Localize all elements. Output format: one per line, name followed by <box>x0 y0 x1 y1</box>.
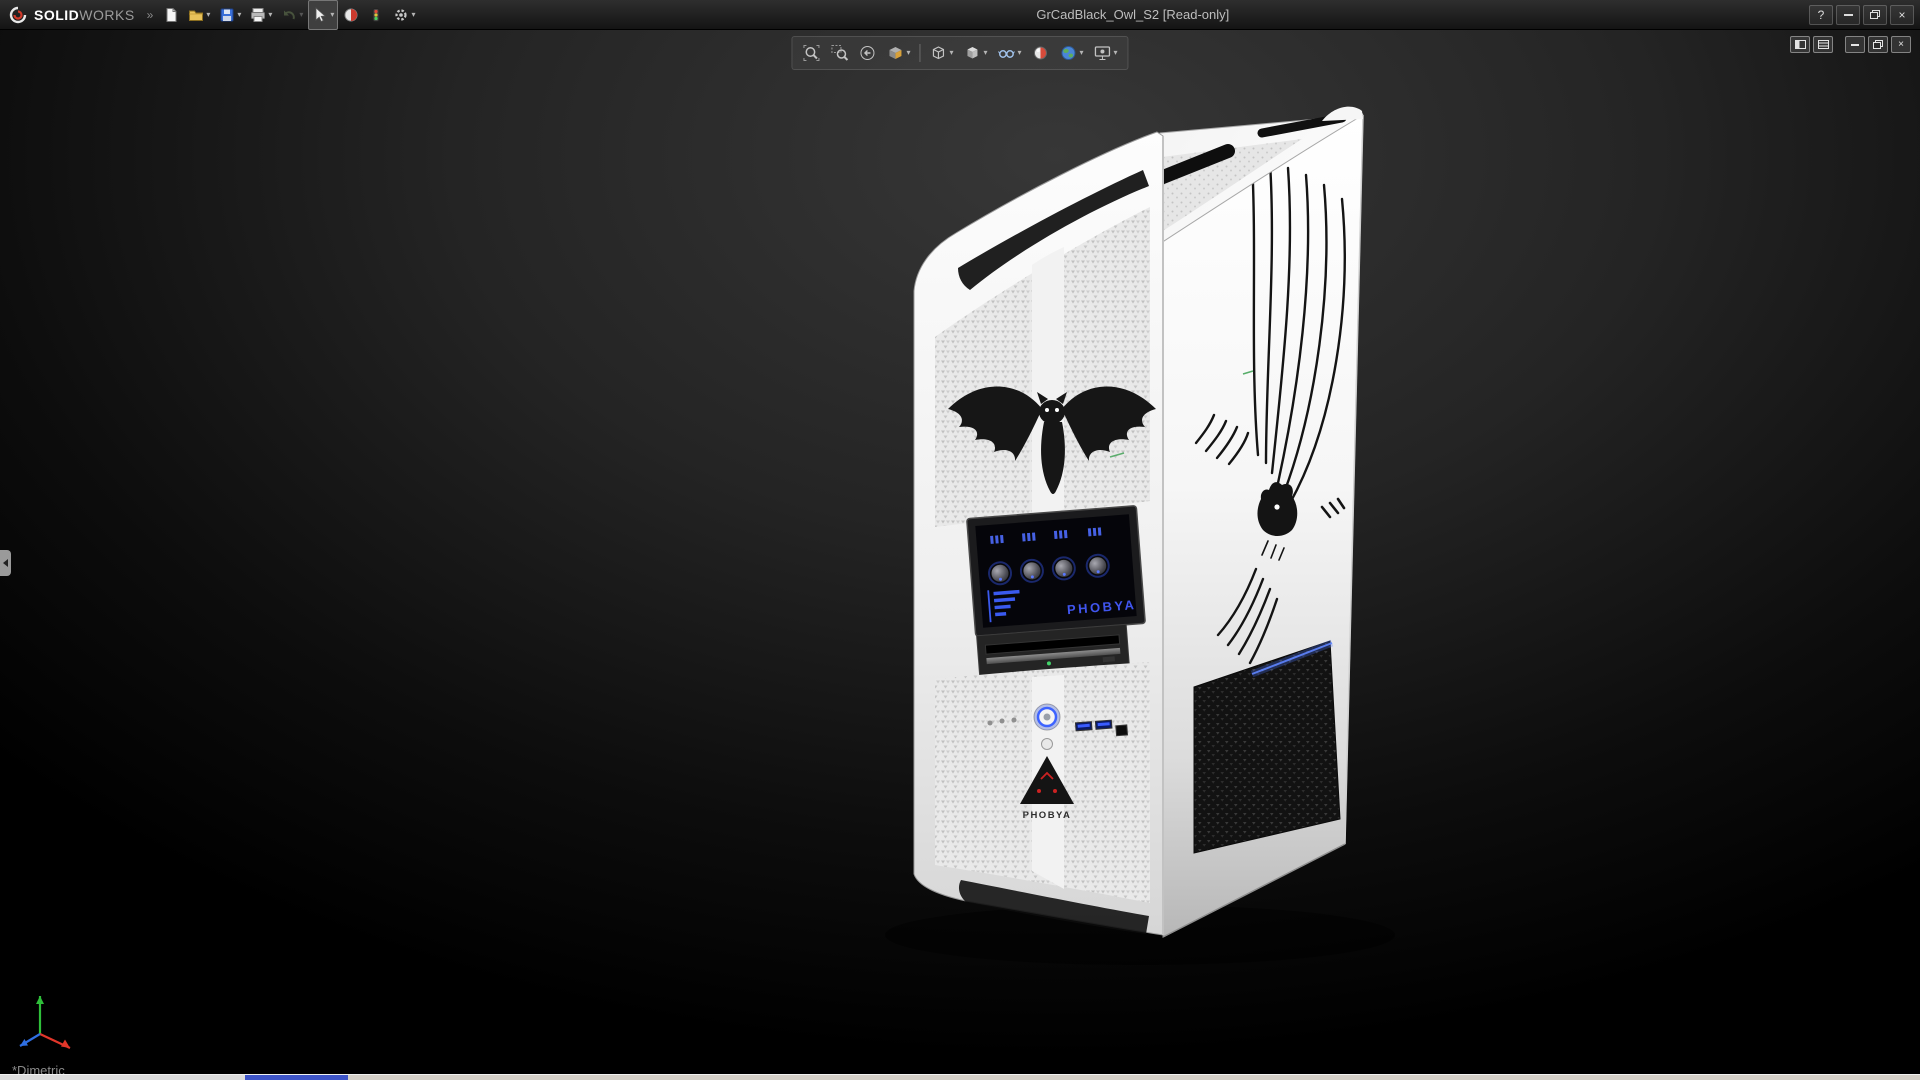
print-button[interactable]: ▾ <box>246 0 276 30</box>
phobya-logo-text: PHOBYA <box>1023 810 1072 821</box>
restore-icon <box>1873 40 1883 49</box>
document-window-controls: × <box>1790 36 1911 53</box>
headsup-view-toolbar: ▾ ▾ ▾ ▾ <box>791 36 1128 70</box>
select-button[interactable]: ▾ <box>308 0 338 30</box>
display-pane-icon <box>1818 40 1829 49</box>
taskbar-segment <box>348 1075 1920 1080</box>
minimize-icon <box>1851 44 1859 46</box>
case-side-panel[interactable] <box>1163 115 1363 937</box>
view-settings-icon <box>1094 44 1112 62</box>
previous-view-button[interactable] <box>854 39 880 67</box>
titlebar: SOLIDWORKS » ▾ ▾ <box>0 0 1920 30</box>
featuremanager-flyout-tab[interactable] <box>0 550 11 576</box>
zoom-area-icon <box>830 44 848 62</box>
close-button[interactable]: × <box>1890 5 1914 25</box>
eyeglasses-icon <box>998 44 1016 62</box>
help-button[interactable]: ? <box>1809 5 1833 25</box>
model-3d[interactable]: PHOBYA <box>0 29 1920 1080</box>
reset-button <box>1042 739 1053 750</box>
select-cursor-icon <box>312 7 328 23</box>
scene-globe-icon <box>1060 44 1078 62</box>
lcd-panel: PHOBYA <box>967 506 1146 637</box>
doc-close-button[interactable]: × <box>1891 36 1911 53</box>
previous-view-icon <box>858 44 876 62</box>
save-icon <box>219 7 235 23</box>
display-style-icon <box>963 44 981 62</box>
standard-toolbar: ▾ ▾ ▾ ▾ <box>159 0 419 30</box>
solidworks-logo: SOLIDWORKS <box>0 0 143 29</box>
zoom-to-area-button[interactable] <box>826 39 852 67</box>
new-document-icon <box>163 7 179 23</box>
toolbar-separator <box>919 44 920 62</box>
options-gear-icon <box>393 7 409 23</box>
taskbar-sliver[interactable] <box>0 1074 1920 1080</box>
doc-restore-button[interactable] <box>1868 36 1888 53</box>
reference-triad <box>8 976 88 1056</box>
view-orientation-button[interactable]: ▾ <box>925 39 957 67</box>
rear-handle <box>1322 107 1363 121</box>
zoom-to-fit-button[interactable] <box>798 39 824 67</box>
save-button[interactable]: ▾ <box>215 0 245 30</box>
undo-icon <box>281 7 297 23</box>
restore-icon <box>1870 10 1880 19</box>
section-view-button[interactable]: ▾ <box>882 39 914 67</box>
rebuild-button[interactable] <box>364 0 388 30</box>
window-controls: ? × <box>1809 5 1920 25</box>
options-button[interactable]: ▾ <box>389 0 419 30</box>
feature-pane-toggle[interactable] <box>1790 36 1810 53</box>
minimize-button[interactable] <box>1836 5 1860 25</box>
open-folder-icon <box>188 7 204 23</box>
display-style-button[interactable]: ▾ <box>959 39 991 67</box>
brand-name: SOLIDWORKS <box>34 7 135 23</box>
hide-show-items-button[interactable]: ▾ <box>994 39 1026 67</box>
chevron-left-icon <box>3 559 8 567</box>
appearance-ball-icon <box>1032 44 1050 62</box>
feature-pane-icon <box>1795 40 1806 49</box>
solidworks-swirl-icon <box>8 5 28 25</box>
side-owl-eye <box>1274 504 1279 509</box>
case-front-panel[interactable]: PHOBYA <box>914 132 1163 935</box>
edit-appearance-button[interactable] <box>339 0 363 30</box>
new-document-button[interactable] <box>159 0 183 30</box>
power-button <box>1034 704 1060 730</box>
open-button[interactable]: ▾ <box>184 0 214 30</box>
window-title: GrCadBlack_Owl_S2 [Read-only] <box>1036 7 1229 22</box>
view-settings-button[interactable]: ▾ <box>1090 39 1122 67</box>
minimize-icon <box>1844 14 1853 16</box>
rebuild-traffic-light-icon <box>368 7 384 23</box>
toolbar-overflow-chevron[interactable]: » <box>147 8 154 22</box>
taskbar-active-segment[interactable] <box>245 1075 348 1080</box>
apply-scene-button[interactable]: ▾ <box>1056 39 1088 67</box>
taskbar-segment <box>0 1075 245 1080</box>
hud-edit-appearance-button[interactable] <box>1028 39 1054 67</box>
appearance-ball-icon <box>343 7 359 23</box>
zoom-fit-icon <box>802 44 820 62</box>
restore-button[interactable] <box>1863 5 1887 25</box>
graphics-area[interactable]: PHOBYA <box>0 29 1920 1080</box>
print-icon <box>250 7 266 23</box>
view-cube-icon <box>929 44 947 62</box>
section-view-icon <box>886 44 904 62</box>
undo-button[interactable]: ▾ <box>277 0 307 30</box>
display-pane-toggle[interactable] <box>1813 36 1833 53</box>
eject-button <box>1103 656 1115 662</box>
doc-minimize-button[interactable] <box>1845 36 1865 53</box>
